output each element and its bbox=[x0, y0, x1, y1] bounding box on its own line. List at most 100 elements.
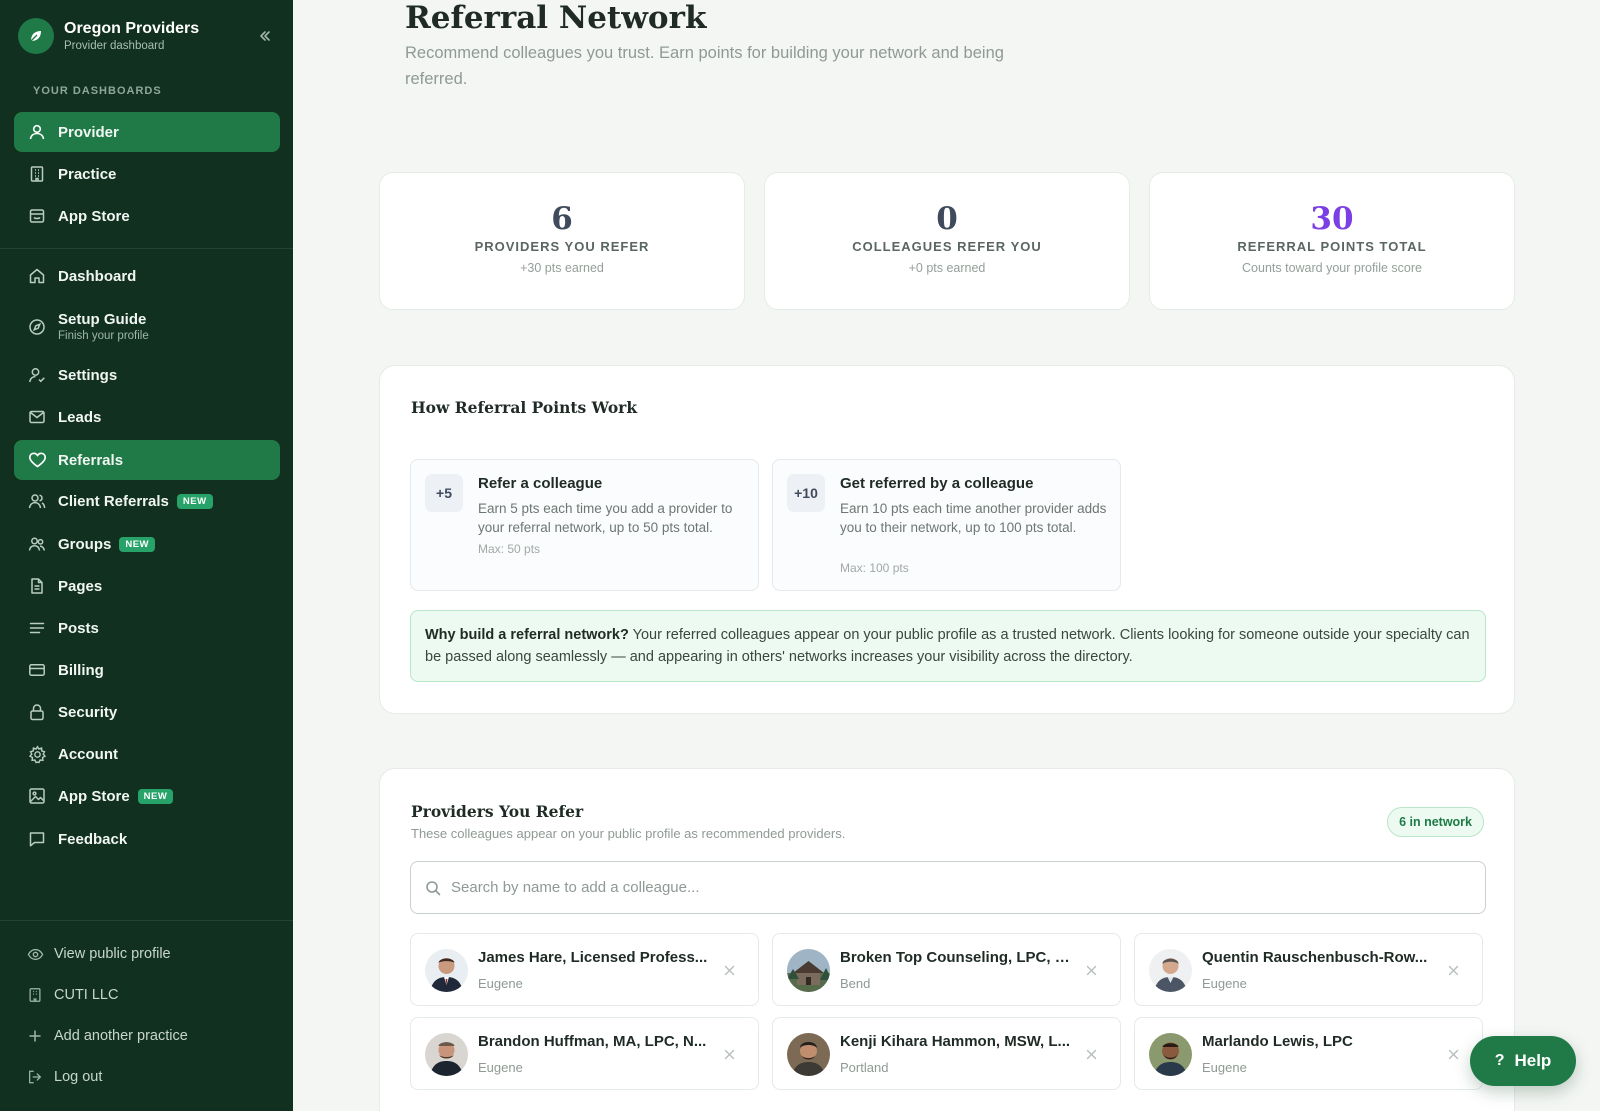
remove-provider-button[interactable] bbox=[1444, 961, 1462, 979]
lines-icon bbox=[26, 617, 48, 639]
points-title: Refer a colleague bbox=[478, 475, 603, 492]
eye-icon bbox=[26, 945, 44, 963]
footer-item-label: View public profile bbox=[54, 946, 171, 962]
network-count-badge: 6 in network bbox=[1387, 807, 1484, 837]
new-badge: NEW bbox=[176, 493, 213, 509]
sidebar-item-groups[interactable]: Groups NEW bbox=[14, 524, 280, 564]
sidebar-item-dashboard[interactable]: Dashboard bbox=[14, 256, 280, 296]
remove-provider-button[interactable] bbox=[720, 1045, 738, 1063]
message-icon bbox=[26, 828, 48, 850]
sidebar-item-label: Settings bbox=[58, 366, 118, 384]
sidebar-item-account[interactable]: Account bbox=[14, 734, 280, 774]
sidebar-item-setup-guide[interactable]: Setup Guide Finish your profile bbox=[14, 305, 280, 349]
sidebar-item-posts[interactable]: Posts bbox=[14, 608, 280, 648]
heart-icon bbox=[26, 449, 48, 471]
points-description: Earn 10 pts each time another provider a… bbox=[840, 501, 1107, 535]
points-pill: +5 bbox=[425, 474, 463, 512]
provider-name: Broken Top Counseling, LPC, L... bbox=[840, 949, 1075, 966]
log-out-link[interactable]: Log out bbox=[26, 1065, 102, 1089]
close-icon bbox=[724, 1049, 734, 1059]
stat-label: COLLEAGUES REFER YOU bbox=[852, 239, 1042, 254]
how-referral-points-card: How Referral Points Work +5 Refer a coll… bbox=[379, 365, 1515, 714]
points-pill: +10 bbox=[787, 474, 825, 512]
provider-name: Brandon Huffman, MA, LPC, N... bbox=[478, 1033, 707, 1050]
footer-item-label: CUTI LLC bbox=[54, 987, 119, 1003]
provider-city: Eugene bbox=[1202, 1060, 1247, 1075]
user-icon bbox=[26, 121, 48, 143]
stat-label: PROVIDERS YOU REFER bbox=[474, 239, 650, 254]
sidebar-item-label: Client Referrals bbox=[58, 492, 169, 510]
page-title: Referral Network bbox=[405, 0, 707, 36]
remove-provider-button[interactable] bbox=[720, 961, 738, 979]
provider-name: James Hare, Licensed Profess... bbox=[478, 949, 708, 966]
new-badge: NEW bbox=[137, 788, 174, 804]
provider-card[interactable]: Brandon Huffman, MA, LPC, N... Eugene bbox=[410, 1017, 759, 1090]
add-another-practice-link[interactable]: Add another practice bbox=[26, 1024, 188, 1048]
sidebar-item-security[interactable]: Security bbox=[14, 692, 280, 732]
close-icon bbox=[1448, 965, 1458, 975]
colleague-search[interactable] bbox=[410, 861, 1486, 914]
compass-icon bbox=[26, 316, 48, 338]
section-label: YOUR DASHBOARDS bbox=[33, 85, 162, 97]
footer-item-label: Log out bbox=[54, 1069, 103, 1085]
page-subtitle: Recommend colleagues you trust. Earn poi… bbox=[405, 44, 1004, 88]
remove-provider-button[interactable] bbox=[1444, 1045, 1462, 1063]
provider-card[interactable]: Broken Top Counseling, LPC, L... Bend bbox=[772, 933, 1121, 1006]
sidebar-item-label: App Store bbox=[58, 207, 130, 225]
gear-icon bbox=[26, 743, 48, 765]
sidebar-item-referrals[interactable]: Referrals bbox=[14, 440, 280, 480]
sidebar-item-pages[interactable]: Pages bbox=[14, 566, 280, 606]
sidebar-item-label: Security bbox=[58, 703, 118, 721]
provider-card[interactable]: Marlando Lewis, LPC Eugene bbox=[1134, 1017, 1483, 1090]
sidebar-item-settings[interactable]: Settings bbox=[14, 355, 280, 395]
provider-city: Portland bbox=[840, 1060, 889, 1075]
leaf-logo-icon bbox=[18, 18, 54, 54]
provider-name: Kenji Kihara Hammon, MSW, L... bbox=[840, 1033, 1071, 1050]
sidebar-item-label: Pages bbox=[58, 577, 103, 595]
building-icon bbox=[26, 163, 48, 185]
credit-card-icon bbox=[26, 659, 48, 681]
stat-value: 6 bbox=[551, 201, 573, 237]
search-icon bbox=[425, 880, 441, 896]
view-public-profile-link[interactable]: View public profile bbox=[26, 942, 171, 966]
logout-icon bbox=[26, 1068, 44, 1086]
points-max: Max: 50 pts bbox=[478, 542, 541, 556]
provider-card[interactable]: Kenji Kihara Hammon, MSW, L... Portland bbox=[772, 1017, 1121, 1090]
provider-card[interactable]: Quentin Rauschenbusch-Row... Eugene bbox=[1134, 933, 1483, 1006]
sidebar-item-provider[interactable]: Provider bbox=[14, 112, 280, 152]
sidebar-item-label: Referrals bbox=[58, 451, 124, 469]
provider-city: Eugene bbox=[478, 1060, 523, 1075]
sidebar-item-label: App Store bbox=[58, 787, 130, 805]
practice-cuti-llc-link[interactable]: CUTI LLC bbox=[26, 983, 118, 1007]
image-icon bbox=[26, 785, 48, 807]
avatar bbox=[425, 949, 468, 992]
provider-card[interactable]: James Hare, Licensed Profess... Eugene bbox=[410, 933, 759, 1006]
brand-subtitle: Provider dashboard bbox=[64, 39, 165, 52]
provider-city: Eugene bbox=[1202, 976, 1247, 991]
sidebar-item-practice[interactable]: Practice bbox=[14, 154, 280, 194]
new-badge: NEW bbox=[119, 536, 156, 552]
collapse-sidebar-button[interactable] bbox=[254, 25, 276, 47]
sidebar-item-leads[interactable]: Leads bbox=[14, 397, 280, 437]
search-input[interactable] bbox=[451, 879, 1451, 896]
sidebar-item-label: Billing bbox=[58, 661, 104, 679]
sidebar-item-billing[interactable]: Billing bbox=[14, 650, 280, 690]
points-max: Max: 100 pts bbox=[840, 561, 909, 575]
close-icon bbox=[1448, 1049, 1458, 1059]
sidebar-item-label: Setup Guide bbox=[58, 311, 147, 328]
close-icon bbox=[1086, 1049, 1096, 1059]
section-title: How Referral Points Work bbox=[411, 398, 638, 417]
help-button[interactable]: ? Help bbox=[1470, 1036, 1576, 1086]
sidebar-item-label: Practice bbox=[58, 165, 117, 183]
sidebar-divider bbox=[0, 248, 293, 249]
sidebar-item-feedback[interactable]: Feedback bbox=[14, 819, 280, 859]
sidebar-item-app-store-new[interactable]: App Store NEW bbox=[14, 776, 280, 816]
sidebar-item-app-store[interactable]: App Store bbox=[14, 196, 280, 236]
remove-provider-button[interactable] bbox=[1082, 1045, 1100, 1063]
avatar bbox=[1149, 949, 1192, 992]
remove-provider-button[interactable] bbox=[1082, 961, 1100, 979]
footer-item-label: Add another practice bbox=[54, 1028, 188, 1044]
sidebar-item-client-referrals[interactable]: Client Referrals NEW bbox=[14, 481, 280, 521]
user-settings-icon bbox=[26, 364, 48, 386]
brand: Oregon Providers Provider dashboard bbox=[18, 17, 276, 55]
